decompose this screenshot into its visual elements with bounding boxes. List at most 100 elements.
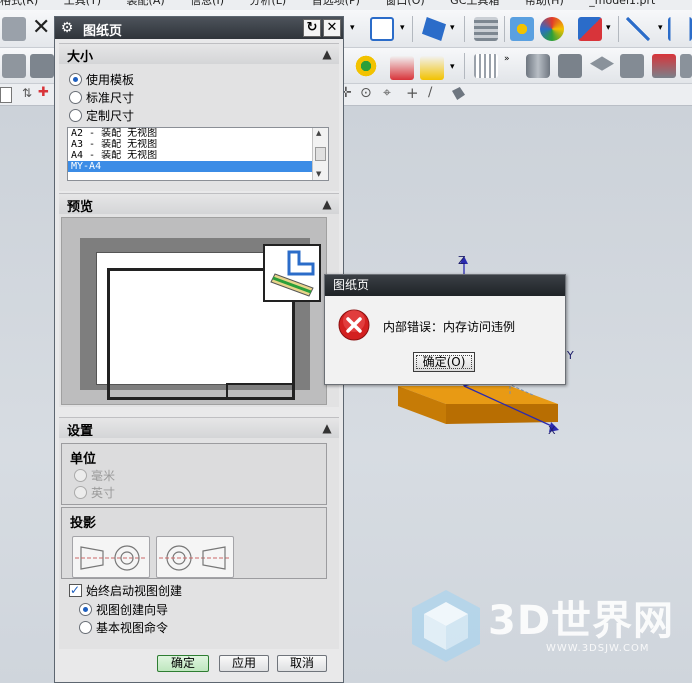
menu-item-help[interactable]: 帮助(H) <box>525 0 564 6</box>
gear-icon[interactable]: ⚙ <box>59 20 75 36</box>
error-dialog-title[interactable]: 图纸页 <box>325 275 565 296</box>
x-axis-label: X <box>548 424 556 437</box>
snap-point-icon[interactable]: ⇅ <box>22 86 32 100</box>
template-list-scrollbar[interactable]: ▲ ▼ <box>312 128 328 180</box>
first-angle-projection-button[interactable] <box>156 536 234 578</box>
radio-icon <box>79 621 92 634</box>
edge-blend-icon[interactable] <box>680 54 692 78</box>
new-component-icon[interactable] <box>420 56 444 80</box>
dialog-title-bar[interactable]: ⚙ 图纸页 ↻ ✕ <box>55 17 343 39</box>
color-palette-icon[interactable] <box>540 17 564 41</box>
filter-dropdown[interactable] <box>0 87 12 103</box>
dropdown-arrow-icon[interactable]: ▾ <box>606 23 611 33</box>
extrude-icon[interactable] <box>30 54 54 78</box>
sketch-icon[interactable] <box>2 54 26 78</box>
radio-icon <box>69 109 82 122</box>
always-start-view-checkbox[interactable]: 始终启动视图创建 <box>69 582 183 600</box>
menu-item-analysis[interactable]: 分析(L) <box>249 0 286 6</box>
preview-section-header[interactable]: 预览 ▲ <box>59 194 339 215</box>
radio-selected-icon <box>79 603 92 616</box>
preview-title-block <box>226 383 292 397</box>
cursor-location-icon[interactable]: ✚ <box>38 85 49 100</box>
measure-distance-icon[interactable] <box>626 17 650 41</box>
watermark-logo: 3D世界网 WWW.3DSJW.COM <box>408 588 678 663</box>
collapse-chevron-icon[interactable]: ▲ <box>319 46 335 62</box>
box-icon[interactable] <box>620 54 644 78</box>
menu-item-gc-toolbox[interactable]: GC工具箱 <box>450 0 499 6</box>
fit-view-icon[interactable] <box>370 17 394 41</box>
dimension-icon[interactable] <box>668 17 692 41</box>
error-ok-button[interactable]: 确定(O) <box>413 352 475 372</box>
menu-item-format[interactable]: 格式(R) <box>0 0 38 6</box>
scrollbar-thumb[interactable] <box>315 147 326 161</box>
list-item-selected[interactable]: MY-A4 <box>68 161 312 172</box>
reset-button[interactable]: ↻ <box>303 19 321 37</box>
list-item[interactable]: A2 - 装配 无视图 <box>68 128 312 139</box>
dropdown-arrow-icon[interactable]: ▾ <box>450 62 455 72</box>
menu-item-assembly[interactable]: 装配(A) <box>127 0 165 6</box>
radio-view-wizard[interactable]: 视图创建向导 <box>79 602 168 619</box>
z-axis-label: Z <box>458 254 466 267</box>
shell-icon[interactable] <box>652 54 676 78</box>
cancel-button[interactable]: 取消 <box>277 655 327 672</box>
radio-icon <box>69 91 82 104</box>
close-button[interactable]: ✕ <box>323 19 341 37</box>
center-point-icon[interactable]: ⊙ <box>360 85 372 101</box>
dropdown-arrow-icon[interactable]: ▾ <box>658 23 663 33</box>
apply-button[interactable]: 应用 <box>219 655 269 672</box>
existing-point-icon[interactable]: + <box>406 84 419 102</box>
collapse-chevron-icon[interactable]: ▲ <box>319 420 335 436</box>
projection-label: 投影 <box>70 516 97 531</box>
add-component-icon[interactable] <box>390 56 414 80</box>
block-icon[interactable] <box>558 54 582 78</box>
render-style-icon[interactable] <box>510 17 534 41</box>
list-item[interactable]: A4 - 装配 无视图 <box>68 150 312 161</box>
menu-item-tools[interactable]: 工具(T) <box>64 0 101 6</box>
layer-icon[interactable] <box>474 17 498 41</box>
dropdown-arrow-icon[interactable]: ▾ <box>350 23 355 33</box>
third-angle-projection-icon <box>75 545 147 571</box>
menu-item-info[interactable]: 信息(I) <box>190 0 224 6</box>
menu-item-window[interactable]: 窗口(O) <box>385 0 424 6</box>
error-message-dialog: 图纸页 内部错误：内存访问违例 确定(O) <box>324 274 566 385</box>
radio-base-view-command[interactable]: 基本视图命令 <box>79 620 168 637</box>
menu-item-preferences[interactable]: 首选项(P) <box>312 0 360 6</box>
dropdown-arrow-icon[interactable]: ▾ <box>450 23 455 33</box>
size-section-header[interactable]: 大小 ▲ <box>59 44 339 65</box>
radio-label: 毫米 <box>91 469 116 483</box>
dropdown-arrow-icon[interactable]: ▾ <box>400 23 405 33</box>
error-message-text: 内部错误：内存访问违例 <box>383 320 516 334</box>
collapse-chevron-icon[interactable]: ▲ <box>319 196 335 212</box>
assembly-constraint-icon[interactable] <box>354 54 378 78</box>
intersection-point-icon[interactable]: ∕ <box>428 85 432 100</box>
point-on-face-icon[interactable] <box>452 87 465 100</box>
radio-custom-size[interactable]: 定制尺寸 <box>69 108 134 125</box>
radio-selected-icon <box>69 73 82 86</box>
part-navigator-icon[interactable] <box>422 17 446 41</box>
radio-label: 视图创建向导 <box>96 603 169 617</box>
scroll-up-icon[interactable]: ▲ <box>316 129 321 137</box>
grid-icon[interactable] <box>474 54 498 78</box>
settings-section-header[interactable]: 设置 ▲ <box>59 418 339 439</box>
ok-button[interactable]: 确定 <box>157 655 209 672</box>
list-item[interactable]: A3 - 装配 无视图 <box>68 139 312 150</box>
delete-icon[interactable]: ✕ <box>32 16 50 40</box>
first-angle-projection-icon <box>159 545 231 571</box>
quadrant-point-icon[interactable]: ⌖ <box>383 85 391 101</box>
template-list[interactable]: A2 - 装配 无视图 A3 - 装配 无视图 A4 - 装配 无视图 MY-A… <box>67 127 329 181</box>
radio-standard-size[interactable]: 标准尺寸 <box>69 90 134 107</box>
radio-label: 标准尺寸 <box>86 91 135 105</box>
toolbar-separator <box>618 16 619 42</box>
y-axis-label: Y <box>567 349 574 362</box>
scroll-down-icon[interactable]: ▼ <box>316 170 321 178</box>
third-angle-projection-button[interactable] <box>72 536 150 578</box>
more-tools-icon[interactable]: » <box>504 54 510 64</box>
radio-use-template[interactable]: 使用模板 <box>69 72 134 89</box>
checkbox-label: 始终启动视图创建 <box>86 584 183 598</box>
drawing-sheet-icon <box>263 244 321 302</box>
show-hide-icon[interactable] <box>578 17 602 41</box>
plate-icon[interactable] <box>590 56 614 71</box>
paste-icon[interactable] <box>2 17 26 41</box>
watermark-text: 3D世界网 <box>488 598 675 644</box>
cylinder-icon[interactable] <box>526 54 550 78</box>
